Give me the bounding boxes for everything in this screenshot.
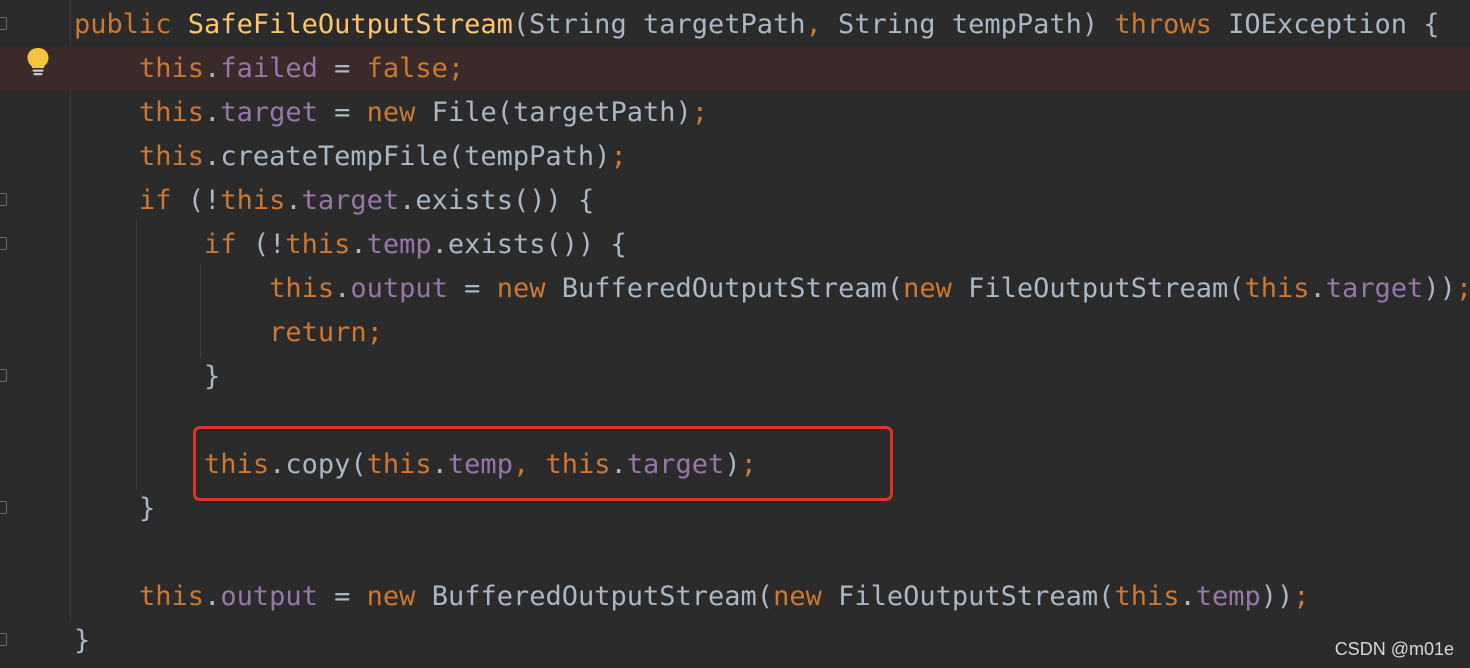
indent-guide	[136, 220, 137, 490]
code-token: IOException {	[1228, 9, 1440, 40]
code-token: .	[204, 53, 221, 84]
code-token: new	[366, 581, 432, 612]
code-token: }	[139, 493, 156, 524]
code-token: temp	[366, 229, 432, 260]
code-token: if	[204, 229, 253, 260]
code-token: .	[285, 185, 302, 216]
code-token: public	[74, 9, 188, 40]
code-text: this.output = new BufferedOutputStream(n…	[74, 575, 1310, 619]
code-token: if	[139, 185, 188, 216]
code-line[interactable]: this.output = new BufferedOutputStream(n…	[0, 575, 1470, 619]
code-token: false;	[366, 53, 465, 84]
code-token: ,	[805, 9, 839, 40]
code-line[interactable]: this.target = new File(targetPath);	[0, 91, 1470, 135]
code-token: .	[1309, 273, 1326, 304]
code-token: new	[366, 97, 432, 128]
code-line[interactable]: return;	[0, 311, 1470, 355]
highlight-box	[193, 426, 893, 501]
code-token: ;	[1293, 581, 1310, 612]
code-token: this	[139, 141, 205, 172]
code-line[interactable]: if (!this.temp.exists()) {	[0, 223, 1470, 267]
code-text: if (!this.target.exists()) {	[74, 179, 594, 223]
code-token: temp	[1195, 581, 1261, 612]
code-line[interactable]: }	[0, 619, 1470, 663]
code-text: }	[74, 619, 90, 663]
code-token: new	[496, 273, 562, 304]
code-token: .	[350, 229, 367, 260]
code-token: BufferedOutputStream(	[431, 581, 774, 612]
code-token: .	[1179, 581, 1196, 612]
code-line[interactable]	[0, 531, 1470, 575]
code-token: output	[220, 581, 318, 612]
code-line-highlighted[interactable]: this.failed = false;	[0, 47, 1470, 91]
code-text: this.failed = false;	[74, 47, 464, 91]
code-line[interactable]: public SafeFileOutputStream(String targe…	[0, 3, 1470, 47]
code-token: new	[903, 273, 969, 304]
code-token: ))	[1260, 581, 1294, 612]
code-token: (!	[187, 185, 221, 216]
code-token: failed	[220, 53, 318, 84]
code-token: .exists()) {	[399, 185, 595, 216]
code-token: SafeFileOutputStream	[187, 9, 513, 40]
code-token: File(targetPath)	[431, 97, 692, 128]
code-token: FileOutputStream(	[838, 581, 1115, 612]
code-token: .	[204, 581, 221, 612]
code-token: this	[220, 185, 286, 216]
code-token: ;	[691, 97, 709, 128]
code-token: .	[204, 97, 221, 128]
code-token: throws	[1114, 9, 1229, 40]
code-token: target	[1325, 273, 1424, 304]
code-token: =	[447, 273, 497, 304]
code-token: this	[285, 229, 351, 260]
code-text: this.createTempFile(tempPath);	[74, 135, 627, 179]
code-token: (!	[252, 229, 286, 260]
code-text: if (!this.temp.exists()) {	[74, 223, 627, 267]
code-token: =	[317, 53, 367, 84]
code-token: ;	[610, 141, 627, 172]
code-token: target	[220, 97, 318, 128]
code-token: this	[1244, 273, 1310, 304]
code-token: this	[139, 53, 205, 84]
code-line[interactable]: this.output = new BufferedOutputStream(n…	[0, 267, 1470, 311]
code-token: ;	[1456, 273, 1470, 304]
code-text: }	[74, 355, 220, 399]
lightbulb-icon[interactable]	[26, 47, 50, 77]
code-token: =	[317, 581, 367, 612]
code-token: new	[773, 581, 839, 612]
code-token: this	[139, 581, 205, 612]
code-token: }	[204, 361, 221, 392]
code-token: target	[301, 185, 400, 216]
indent-guide	[200, 264, 201, 358]
code-token: .	[334, 273, 351, 304]
code-token: =	[317, 97, 367, 128]
code-text: }	[74, 487, 155, 531]
code-token: String tempPath)	[838, 9, 1115, 40]
code-text: this.target = new File(targetPath);	[74, 91, 708, 135]
code-token: }	[74, 625, 91, 656]
code-token: .createTempFile(tempPath)	[204, 141, 611, 172]
code-text: this.output = new BufferedOutputStream(n…	[74, 267, 1470, 311]
code-token: BufferedOutputStream(	[561, 273, 904, 304]
code-token: this	[1114, 581, 1180, 612]
watermark: CSDN @m01e	[1334, 639, 1454, 659]
code-line[interactable]: this.createTempFile(tempPath);	[0, 135, 1470, 179]
code-token: ))	[1423, 273, 1456, 304]
code-token: return;	[269, 317, 383, 348]
code-token: FileOutputStream(	[968, 273, 1245, 304]
code-token: this	[269, 273, 335, 304]
code-line[interactable]: if (!this.target.exists()) {	[0, 179, 1470, 223]
code-text: public SafeFileOutputStream(String targe…	[74, 3, 1440, 47]
code-token: output	[350, 273, 448, 304]
code-line[interactable]: }	[0, 355, 1470, 399]
code-text: return;	[74, 311, 383, 355]
code-token: (String targetPath	[512, 9, 806, 40]
code-token: .exists()) {	[431, 229, 627, 260]
code-token: this	[139, 97, 205, 128]
